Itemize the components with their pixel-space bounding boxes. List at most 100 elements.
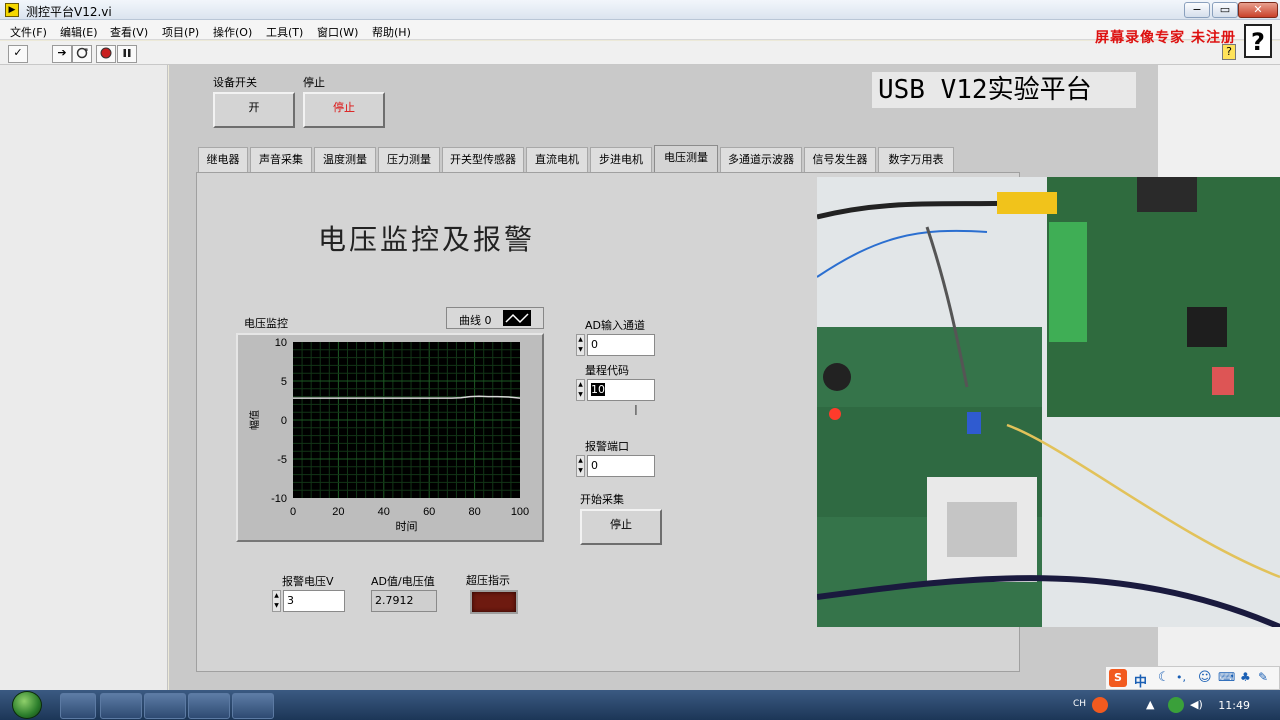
ime-punct-icon[interactable]: •,: [1176, 671, 1186, 684]
y-tick-label: 10: [275, 337, 287, 349]
alarm-voltage-spinner[interactable]: ▲ ▼: [272, 590, 281, 612]
tab-pressure[interactable]: 压力测量: [378, 147, 440, 173]
x-tick-label: 0: [290, 506, 296, 518]
voltage-chart: 0 20 40 60 80 100 10 5 0 -5 -10 时间 幅值: [248, 337, 529, 533]
window-title: 测控平台V12.vi: [26, 5, 112, 19]
ime-smile-icon[interactable]: ☺: [1198, 670, 1212, 685]
y-tick-label: -10: [271, 493, 287, 505]
y-tick-label: 5: [281, 376, 287, 388]
ad-channel-spinner[interactable]: ▲ ▼: [576, 334, 585, 356]
run-arrow-icon[interactable]: ➔: [52, 45, 72, 63]
ad-channel-input[interactable]: 0: [587, 334, 655, 356]
language-indicator[interactable]: CH: [1073, 699, 1086, 709]
menu-operate[interactable]: 操作(O): [213, 24, 252, 40]
labview-vi-icon: ▶: [5, 3, 19, 17]
legend-swatch-icon: [503, 310, 531, 326]
taskbar-clock: 11:49: [1218, 699, 1250, 712]
text-cursor-icon: I: [634, 404, 638, 419]
help-question-icon[interactable]: ?: [1244, 24, 1272, 58]
stop-label: 停止: [303, 76, 325, 89]
menu-project[interactable]: 项目(P): [162, 24, 199, 40]
tab-temperature[interactable]: 温度测量: [314, 147, 376, 173]
chart-title: 电压监控: [244, 317, 288, 330]
alarm-voltage-input[interactable]: 3: [283, 590, 345, 612]
ime-tools-icon[interactable]: ✎: [1258, 670, 1268, 684]
stop-button[interactable]: 停止: [303, 92, 385, 128]
menu-help[interactable]: 帮助(H): [372, 24, 411, 40]
platform-title: USB V12实验平台: [872, 72, 1136, 108]
run-continuously-icon[interactable]: [72, 45, 92, 63]
menu-view[interactable]: 查看(V): [110, 24, 148, 40]
menu-tools[interactable]: 工具(T): [266, 24, 303, 40]
range-code-label: 量程代码: [585, 364, 629, 377]
tab-switch-sensor[interactable]: 开关型传感器: [442, 147, 524, 173]
ad-value-label: AD值/电压值: [371, 575, 435, 588]
tab-signal-generator[interactable]: 信号发生器: [804, 147, 876, 173]
ime-keyboard-icon[interactable]: ⌨: [1218, 670, 1235, 684]
ime-toolbar[interactable]: S 中 ☾ •, ☺ ⌨ ♣ ✎: [1105, 666, 1280, 690]
tab-stepper-motor[interactable]: 步进电机: [590, 147, 652, 173]
taskbar-explorer-icon[interactable]: [60, 693, 96, 719]
alarm-port-spinner[interactable]: ▲ ▼: [576, 455, 585, 477]
ad-channel-label: AD输入通道: [585, 319, 645, 332]
section-title: 电压监控及报警: [318, 223, 536, 256]
taskbar-recorder-icon[interactable]: [232, 693, 274, 719]
overvoltage-indicator-led: [470, 590, 518, 614]
menu-file[interactable]: 文件(F): [10, 24, 47, 40]
sogou-ime-icon[interactable]: S: [1109, 669, 1127, 687]
tab-multimeter[interactable]: 数字万用表: [878, 147, 954, 173]
menu-bar: 文件(F) 编辑(E) 查看(V) 项目(P) 操作(O) 工具(T) 窗口(W…: [0, 20, 1280, 40]
chart-legend[interactable]: 曲线 0: [446, 307, 544, 329]
x-tick-label: 40: [378, 506, 390, 518]
restore-button[interactable]: ▭: [1212, 2, 1238, 18]
tray-volume-icon[interactable]: ◀): [1190, 698, 1203, 711]
ad-value-display: 2.7912: [371, 590, 437, 612]
webcam-image: [817, 177, 1280, 627]
minimize-button[interactable]: −: [1184, 2, 1210, 18]
menu-edit[interactable]: 编辑(E): [60, 24, 98, 40]
range-code-spinner[interactable]: ▲ ▼: [576, 379, 585, 401]
tab-relay[interactable]: 继电器: [198, 147, 248, 173]
start-acq-label: 开始采集: [580, 493, 624, 506]
x-axis-label: 时间: [396, 520, 418, 533]
y-axis-label: 幅值: [248, 410, 261, 430]
overvoltage-label: 超压指示: [466, 574, 510, 587]
tab-sound-capture[interactable]: 声音采集: [250, 147, 312, 173]
tab-dc-motor[interactable]: 直流电机: [526, 147, 588, 173]
start-button-icon[interactable]: [12, 691, 42, 719]
window-title-bar: ▶ 测控平台V12.vi − ▭ ✕: [0, 0, 1280, 20]
close-button[interactable]: ✕: [1238, 2, 1278, 18]
hardware-board-photo: [817, 177, 1280, 627]
toolbar: ✓ ➔: [0, 41, 1280, 65]
tray-network-icon[interactable]: ▲: [1146, 698, 1154, 711]
menu-window[interactable]: 窗口(W): [317, 24, 358, 40]
ime-moon-icon[interactable]: ☾: [1158, 670, 1170, 685]
tray-security-icon[interactable]: [1168, 697, 1184, 713]
ime-skin-icon[interactable]: ♣: [1240, 670, 1251, 684]
x-tick-label: 80: [468, 506, 480, 518]
abort-icon[interactable]: [96, 45, 116, 63]
range-code-input[interactable]: 10: [587, 379, 655, 401]
checkmark-icon[interactable]: ✓: [8, 45, 28, 63]
legend-label: 曲线 0: [459, 314, 492, 327]
y-tick-label: 0: [281, 415, 287, 427]
start-acq-button[interactable]: 停止: [580, 509, 662, 545]
alarm-port-label: 报警端口: [585, 440, 629, 453]
device-switch-label: 设备开关: [213, 76, 257, 89]
pause-icon[interactable]: [117, 45, 137, 63]
left-pane: [0, 65, 168, 690]
tab-voltage[interactable]: 电压测量: [654, 145, 718, 174]
x-tick-label: 60: [423, 506, 435, 518]
ime-mode-chinese[interactable]: 中: [1134, 671, 1147, 690]
tab-oscilloscope[interactable]: 多通道示波器: [720, 147, 802, 173]
y-tick-label: -5: [277, 454, 287, 466]
taskbar-folder-icon[interactable]: [100, 693, 142, 719]
device-switch-button[interactable]: 开: [213, 92, 295, 128]
taskbar-labview-icon[interactable]: [144, 693, 186, 719]
taskbar-app-icon[interactable]: [188, 693, 230, 719]
tray-sogou-icon[interactable]: [1092, 697, 1108, 713]
x-tick-label: 100: [511, 506, 529, 518]
alarm-port-input[interactable]: 0: [587, 455, 655, 477]
x-tick-label: 20: [332, 506, 344, 518]
context-help-icon[interactable]: ?: [1222, 44, 1236, 60]
